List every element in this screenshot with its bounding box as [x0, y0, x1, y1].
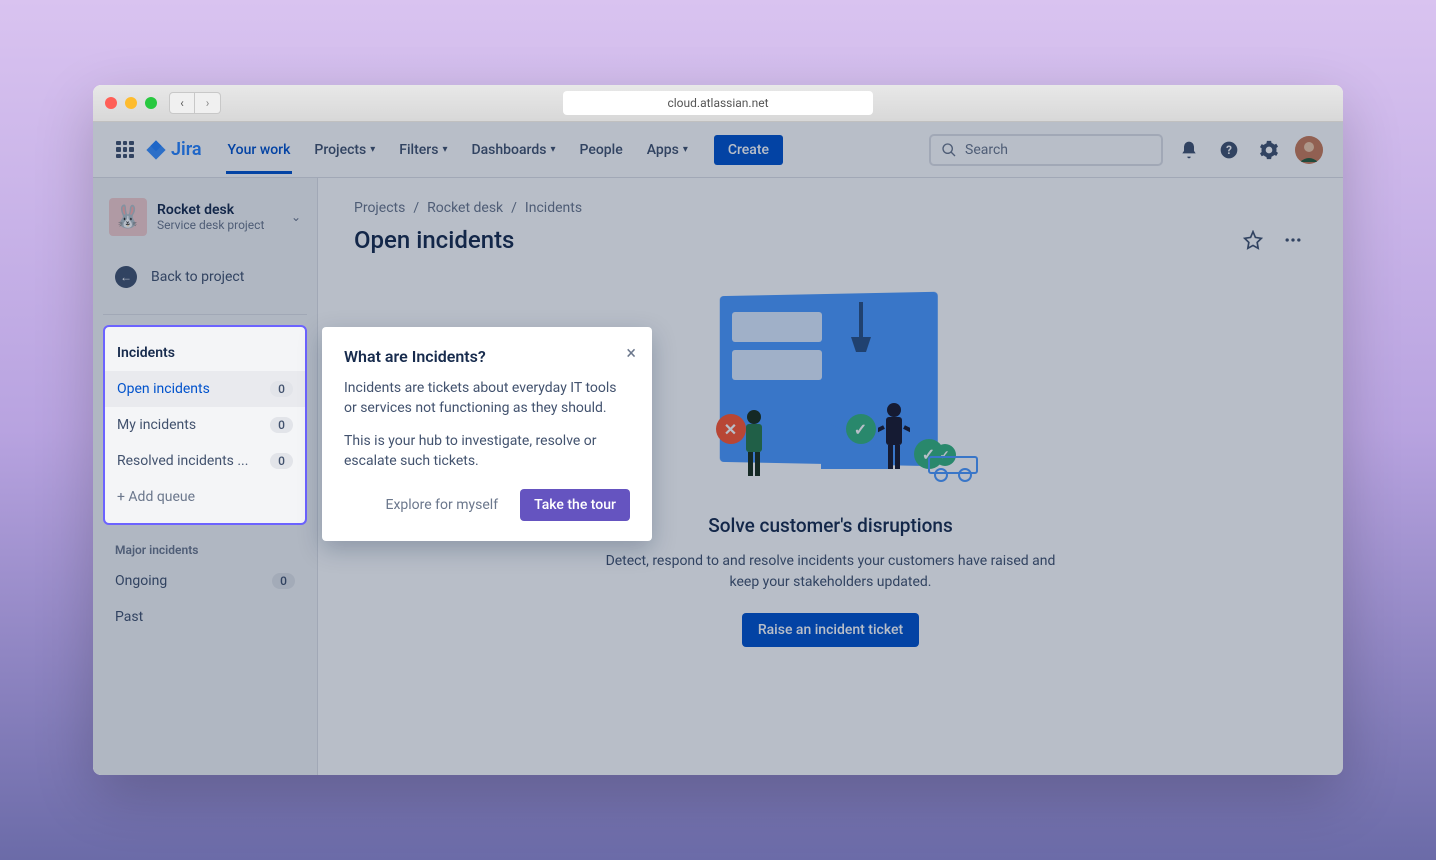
- queue-resolved-incidents[interactable]: Resolved incidents ... 0: [105, 443, 305, 479]
- sidebar: 🐰 Rocket desk Service desk project ⌄ ← B…: [93, 178, 318, 775]
- chevron-down-icon: ⌄: [291, 210, 301, 224]
- topnav-right: Search ?: [929, 134, 1323, 166]
- breadcrumb: Projects / Rocket desk / Incidents: [354, 200, 1307, 216]
- search-icon: [941, 142, 957, 158]
- major-incidents-section-title: Major incidents: [103, 525, 307, 563]
- breadcrumb-incidents[interactable]: Incidents: [525, 200, 582, 216]
- queue-label: Open incidents: [117, 381, 210, 397]
- jira-logo-text: Jira: [171, 139, 202, 160]
- project-header[interactable]: 🐰 Rocket desk Service desk project ⌄: [103, 198, 307, 236]
- browser-window: ‹ › cloud.atlassian.net Jira Your work P…: [93, 85, 1343, 775]
- star-icon[interactable]: [1239, 226, 1267, 254]
- queue-count-badge: 0: [270, 417, 293, 433]
- queue-label: Ongoing: [115, 573, 167, 589]
- take-tour-button[interactable]: Take the tour: [520, 489, 630, 521]
- nav-items: Your work Projects▾ Filters▾ Dashboards▾…: [218, 126, 698, 174]
- jira-icon: [145, 139, 167, 161]
- url-bar[interactable]: cloud.atlassian.net: [563, 91, 873, 115]
- queue-ongoing[interactable]: Ongoing 0: [103, 563, 307, 599]
- browser-nav-arrows: ‹ ›: [169, 92, 221, 114]
- project-name: Rocket desk: [157, 202, 281, 218]
- popover-actions: Explore for myself Take the tour: [344, 489, 630, 521]
- chevron-down-icon: ▾: [370, 144, 375, 155]
- search-placeholder: Search: [965, 142, 1008, 158]
- window-controls: [105, 97, 157, 109]
- popover-paragraph-2: This is your hub to investigate, resolve…: [344, 431, 630, 472]
- incidents-queue-panel: Incidents Open incidents 0 My incidents …: [103, 325, 307, 525]
- notifications-icon[interactable]: [1175, 136, 1203, 164]
- divider: [103, 314, 307, 315]
- create-button[interactable]: Create: [714, 135, 783, 165]
- browser-back-button[interactable]: ‹: [169, 92, 195, 114]
- breadcrumb-separator: /: [413, 200, 419, 216]
- popover-title: What are Incidents?: [344, 347, 630, 366]
- titlebar: ‹ › cloud.atlassian.net: [93, 85, 1343, 122]
- nav-your-work[interactable]: Your work: [218, 126, 301, 174]
- nav-dashboards[interactable]: Dashboards▾: [461, 126, 565, 174]
- chevron-down-icon: ▾: [442, 144, 447, 155]
- chevron-down-icon: ▾: [550, 144, 555, 155]
- search-input[interactable]: Search: [929, 134, 1163, 166]
- jira-logo[interactable]: Jira: [145, 139, 202, 161]
- page-header: Open incidents: [354, 226, 1307, 254]
- breadcrumb-projects[interactable]: Projects: [354, 200, 405, 216]
- nav-filters[interactable]: Filters▾: [389, 126, 457, 174]
- incidents-section-title: Incidents: [105, 335, 305, 371]
- help-icon[interactable]: ?: [1215, 136, 1243, 164]
- back-label: Back to project: [151, 269, 244, 285]
- queue-open-incidents[interactable]: Open incidents 0: [105, 371, 305, 407]
- project-info: Rocket desk Service desk project: [157, 202, 281, 232]
- app-switcher-icon[interactable]: [113, 138, 137, 162]
- queue-count-badge: 0: [272, 573, 295, 589]
- nav-projects[interactable]: Projects▾: [304, 126, 385, 174]
- nav-apps[interactable]: Apps▾: [637, 126, 698, 174]
- queue-count-badge: 0: [270, 381, 293, 397]
- project-type: Service desk project: [157, 218, 281, 232]
- empty-state-illustration: ✕ ✓ ✓ ✓: [666, 294, 996, 494]
- queue-label: Resolved incidents ...: [117, 453, 248, 469]
- top-navigation: Jira Your work Projects▾ Filters▾ Dashbo…: [93, 122, 1343, 178]
- nav-people[interactable]: People: [569, 126, 632, 174]
- breadcrumb-separator: /: [511, 200, 517, 216]
- onboarding-popover: × What are Incidents? Incidents are tick…: [322, 327, 652, 541]
- more-icon[interactable]: [1279, 226, 1307, 254]
- browser-forward-button[interactable]: ›: [195, 92, 221, 114]
- arrow-left-icon: ←: [115, 266, 137, 288]
- back-to-project-link[interactable]: ← Back to project: [103, 256, 307, 298]
- page-title: Open incidents: [354, 226, 514, 254]
- svg-text:?: ?: [1226, 143, 1232, 157]
- minimize-window-button[interactable]: [125, 97, 137, 109]
- close-window-button[interactable]: [105, 97, 117, 109]
- chevron-down-icon: ▾: [683, 144, 688, 155]
- app-body: 🐰 Rocket desk Service desk project ⌄ ← B…: [93, 178, 1343, 775]
- queue-count-badge: 0: [270, 453, 293, 469]
- user-avatar[interactable]: [1295, 136, 1323, 164]
- add-queue-button[interactable]: + Add queue: [105, 479, 305, 515]
- explore-button[interactable]: Explore for myself: [372, 489, 513, 521]
- queue-label: Past: [115, 609, 143, 625]
- queue-my-incidents[interactable]: My incidents 0: [105, 407, 305, 443]
- maximize-window-button[interactable]: [145, 97, 157, 109]
- project-avatar: 🐰: [109, 198, 147, 236]
- page-actions: [1239, 226, 1307, 254]
- empty-state-title: Solve customer's disruptions: [708, 514, 953, 537]
- close-icon[interactable]: ×: [626, 343, 636, 364]
- popover-paragraph-1: Incidents are tickets about everyday IT …: [344, 378, 630, 419]
- queue-past[interactable]: Past: [103, 599, 307, 635]
- raise-incident-button[interactable]: Raise an incident ticket: [742, 613, 919, 647]
- queue-label: My incidents: [117, 417, 196, 433]
- breadcrumb-rocket-desk[interactable]: Rocket desk: [427, 200, 503, 216]
- settings-icon[interactable]: [1255, 136, 1283, 164]
- empty-state-description: Detect, respond to and resolve incidents…: [601, 551, 1061, 593]
